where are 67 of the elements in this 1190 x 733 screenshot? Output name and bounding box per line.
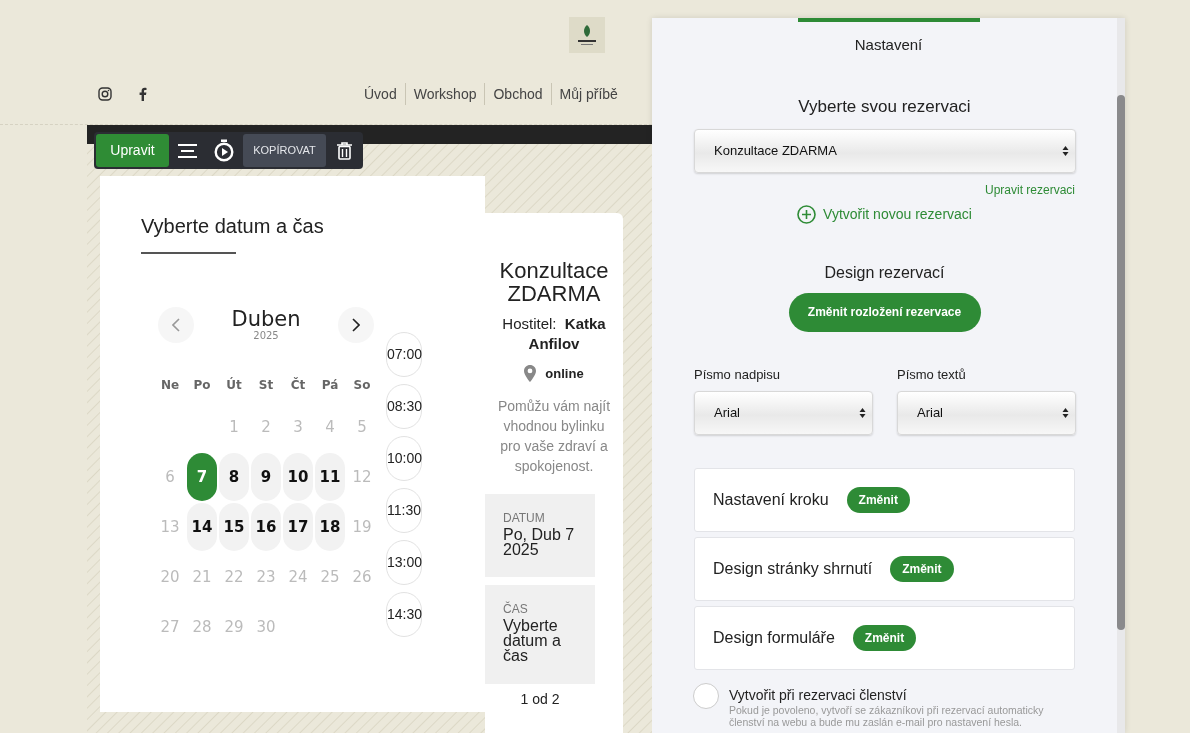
booking-title: Vyberte datum a čas [141,214,325,238]
month-label: Duben [231,308,301,330]
nav-link[interactable]: Obchod [484,83,551,105]
year-label: 2025 [253,330,279,342]
calendar-day[interactable]: 15 [219,503,249,551]
time-summary: ČAS Vyberte datum a čas [485,584,595,684]
service-title: Konzultace ZDARMA [498,259,610,305]
calendar-day[interactable]: 9 [251,453,281,501]
design-heading: Design rezervací [824,262,945,283]
section-title: Design formuláře [713,628,835,648]
text-font-label: Písmo textů [897,365,967,384]
location-pin-icon [524,365,537,383]
nav-link[interactable]: Workshop [404,83,485,105]
booking-select[interactable]: Konzultace ZDARMA [694,128,1076,173]
membership-label: Vytvořit při rezervaci členství [729,687,908,704]
next-month-button[interactable] [338,307,374,343]
calendar-day[interactable]: 17 [283,503,313,551]
calendar-day[interactable]: 14 [187,503,217,551]
copy-button[interactable]: KOPÍROVAT [243,134,326,167]
heading-font-select[interactable]: Arial [694,391,873,435]
chevron-left-icon [172,318,180,332]
section-title: Nastavení kroku [713,490,829,510]
calendar-day[interactable]: 11 [315,453,345,501]
pager-text: 1 od 2 [519,689,561,709]
calendar-day[interactable]: 10 [283,453,313,501]
settings-tab[interactable]: Nastavení [797,18,980,68]
weekday-label: Čt [290,376,306,394]
host-text: Hostitel: Katka Anfilov [501,314,607,354]
calendar-day[interactable]: 18 [315,503,345,551]
chevron-right-icon [352,318,360,332]
weekday-label: Ne [160,377,180,394]
edit-booking-link[interactable]: Upravit rezervaci [984,180,1075,199]
service-description: Pomůžu vám najít vhodnou bylinku pro vaše zdraví a spokojenost. [496,396,612,476]
membership-toggle[interactable] [693,683,719,709]
calendar-day[interactable]: 7 [187,453,217,501]
select-arrows-icon [1062,144,1069,157]
instagram-icon[interactable] [98,87,112,101]
section-title: Design stránky shrnutí [713,559,873,579]
membership-hint: Pokud je povoleno, vytvoří se zákazníkovi při rezervací automaticky členství na webu a bude mu zaslán e-mail pro nastavení hesla. [729,704,1045,728]
text-font-select[interactable]: Arial [897,391,1076,435]
align-icon[interactable] [178,143,197,158]
change-layout-button[interactable]: Změnit rozložení rezervace [788,292,981,332]
select-arrows-icon [859,407,866,419]
change-button[interactable]: Změnit [890,556,954,582]
scrollbar-thumb[interactable] [1117,95,1125,630]
weekday-label: Po [193,377,211,394]
nav-link[interactable]: Úvod [356,83,405,105]
plus-circle-icon [797,204,817,224]
edit-button[interactable]: Upravit [96,134,169,167]
date-summary: DATUM Po, Dub 7 2025 [485,493,595,577]
timer-icon[interactable] [214,139,234,162]
logo-icon[interactable] [569,17,605,53]
create-booking-link[interactable]: Vytvořit novou rezervaci [797,203,972,225]
select-heading: Vyberte svou rezervaci [798,96,971,118]
calendar-day[interactable]: 8 [219,453,249,501]
change-button[interactable]: Změnit [852,625,917,651]
nav-link[interactable]: Můj příbě [550,83,626,105]
weekday-label: Út [226,376,242,394]
heading-font-label: Písmo nadpisu [694,365,781,384]
delete-icon[interactable] [337,141,352,160]
weekday-label: St [258,377,274,394]
calendar-day[interactable]: 16 [251,503,281,551]
change-button[interactable]: Změnit [846,487,910,513]
weekday-label: Pá [321,377,339,394]
location-text: online [545,365,584,383]
select-arrows-icon [1062,407,1069,419]
weekday-label: So [353,377,371,394]
